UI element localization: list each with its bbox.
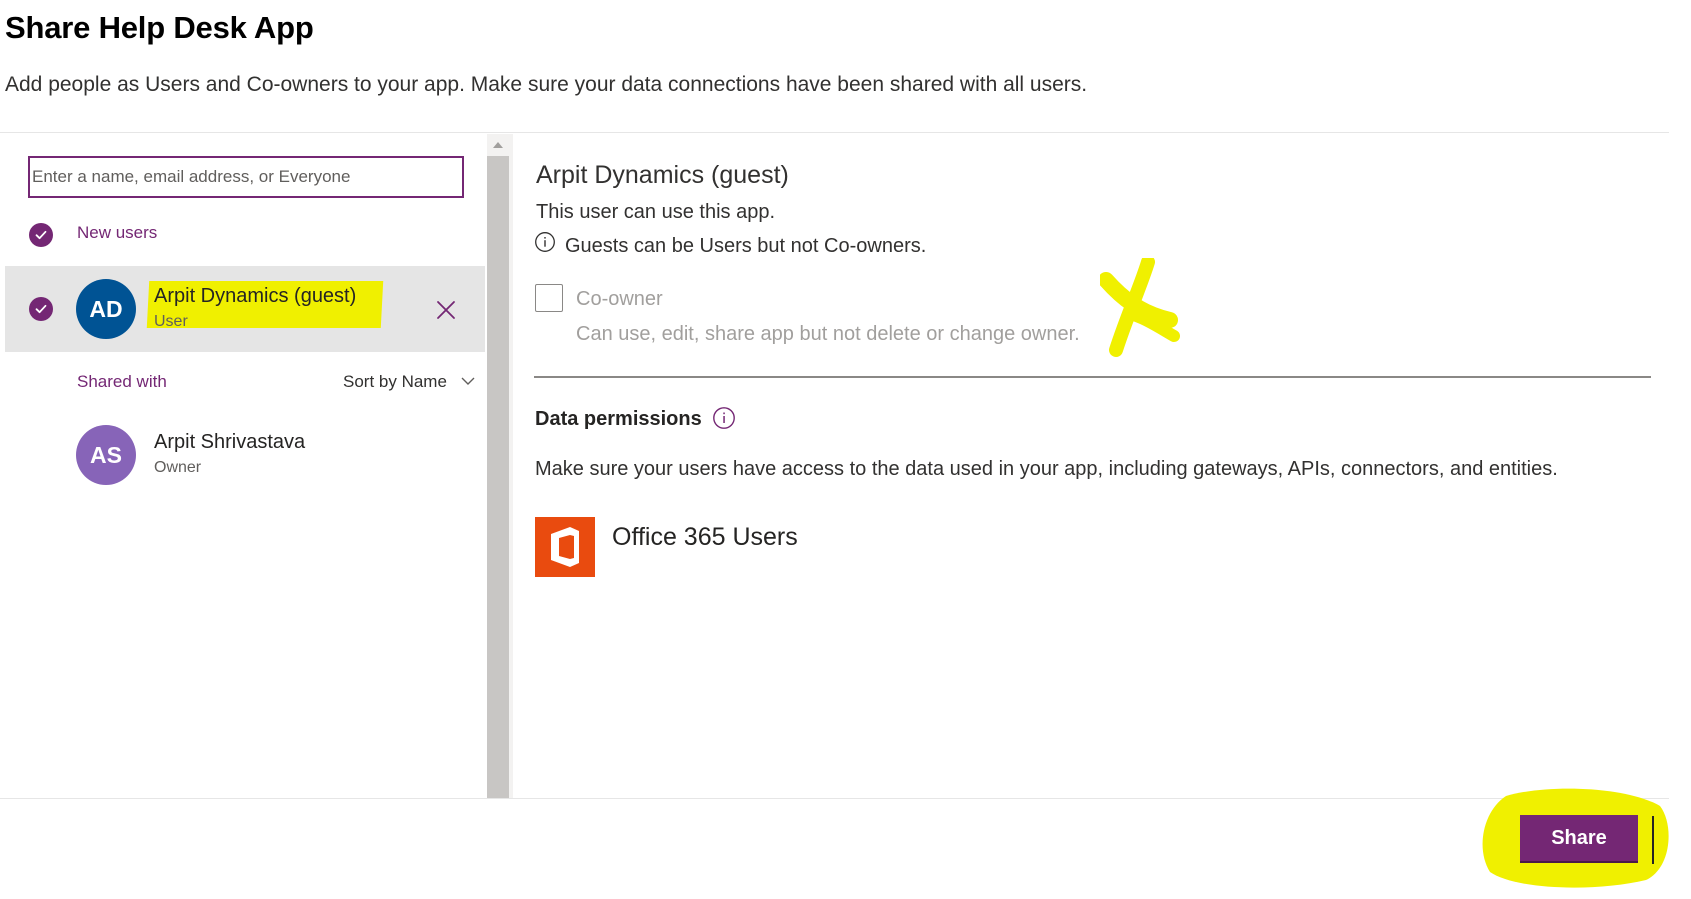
- chevron-down-icon[interactable]: [460, 373, 476, 394]
- new-users-label: New users: [77, 223, 158, 242]
- header-divider: [0, 132, 1669, 133]
- left-panel-scrollbar[interactable]: [487, 134, 509, 798]
- avatar: AD: [76, 279, 136, 339]
- selected-user-description: This user can use this app.: [536, 201, 776, 223]
- info-icon: [534, 231, 556, 258]
- avatar: AS: [76, 425, 136, 485]
- connection-name: Office 365 Users: [612, 523, 798, 551]
- section-divider: [534, 376, 1651, 378]
- dialog-subtitle: Add people as Users and Co-owners to you…: [5, 73, 1088, 96]
- data-permissions-title: Data permissions: [535, 408, 702, 430]
- owner-role: Owner: [154, 459, 202, 476]
- coowner-label: Co-owner: [576, 288, 663, 310]
- people-search-input[interactable]: [32, 159, 462, 195]
- coowner-description: Can use, edit, share app but not delete …: [576, 323, 1080, 345]
- footer-divider: [0, 798, 1669, 799]
- dialog-title: Share Help Desk App: [5, 10, 314, 45]
- new-users-check-icon[interactable]: [29, 223, 53, 247]
- share-button[interactable]: Share: [1520, 815, 1638, 861]
- owner-name: Arpit Shrivastava: [154, 431, 306, 453]
- guest-note: Guests can be Users but not Co-owners.: [565, 235, 927, 257]
- user-row-check-icon[interactable]: [29, 297, 53, 321]
- footer-edge-divider: [1652, 816, 1654, 864]
- data-permissions-description: Make sure your users have access to the …: [535, 458, 1558, 480]
- user-role: User: [154, 313, 188, 330]
- selected-user-name: Arpit Dynamics (guest): [536, 161, 789, 189]
- coowner-checkbox[interactable]: [535, 284, 563, 312]
- remove-user-close-icon[interactable]: [433, 297, 459, 323]
- user-name: Arpit Dynamics (guest): [154, 285, 357, 307]
- cross-annotation-icon: [1098, 255, 1180, 363]
- panel-separator: [509, 134, 513, 798]
- shared-with-label: Shared with: [77, 372, 167, 391]
- data-permissions-info-icon[interactable]: [712, 406, 736, 435]
- sort-by-dropdown[interactable]: Sort by Name: [343, 372, 447, 392]
- office-365-icon: [535, 517, 595, 577]
- scroll-up-arrow-icon[interactable]: [487, 134, 509, 156]
- people-search-field[interactable]: [28, 156, 464, 198]
